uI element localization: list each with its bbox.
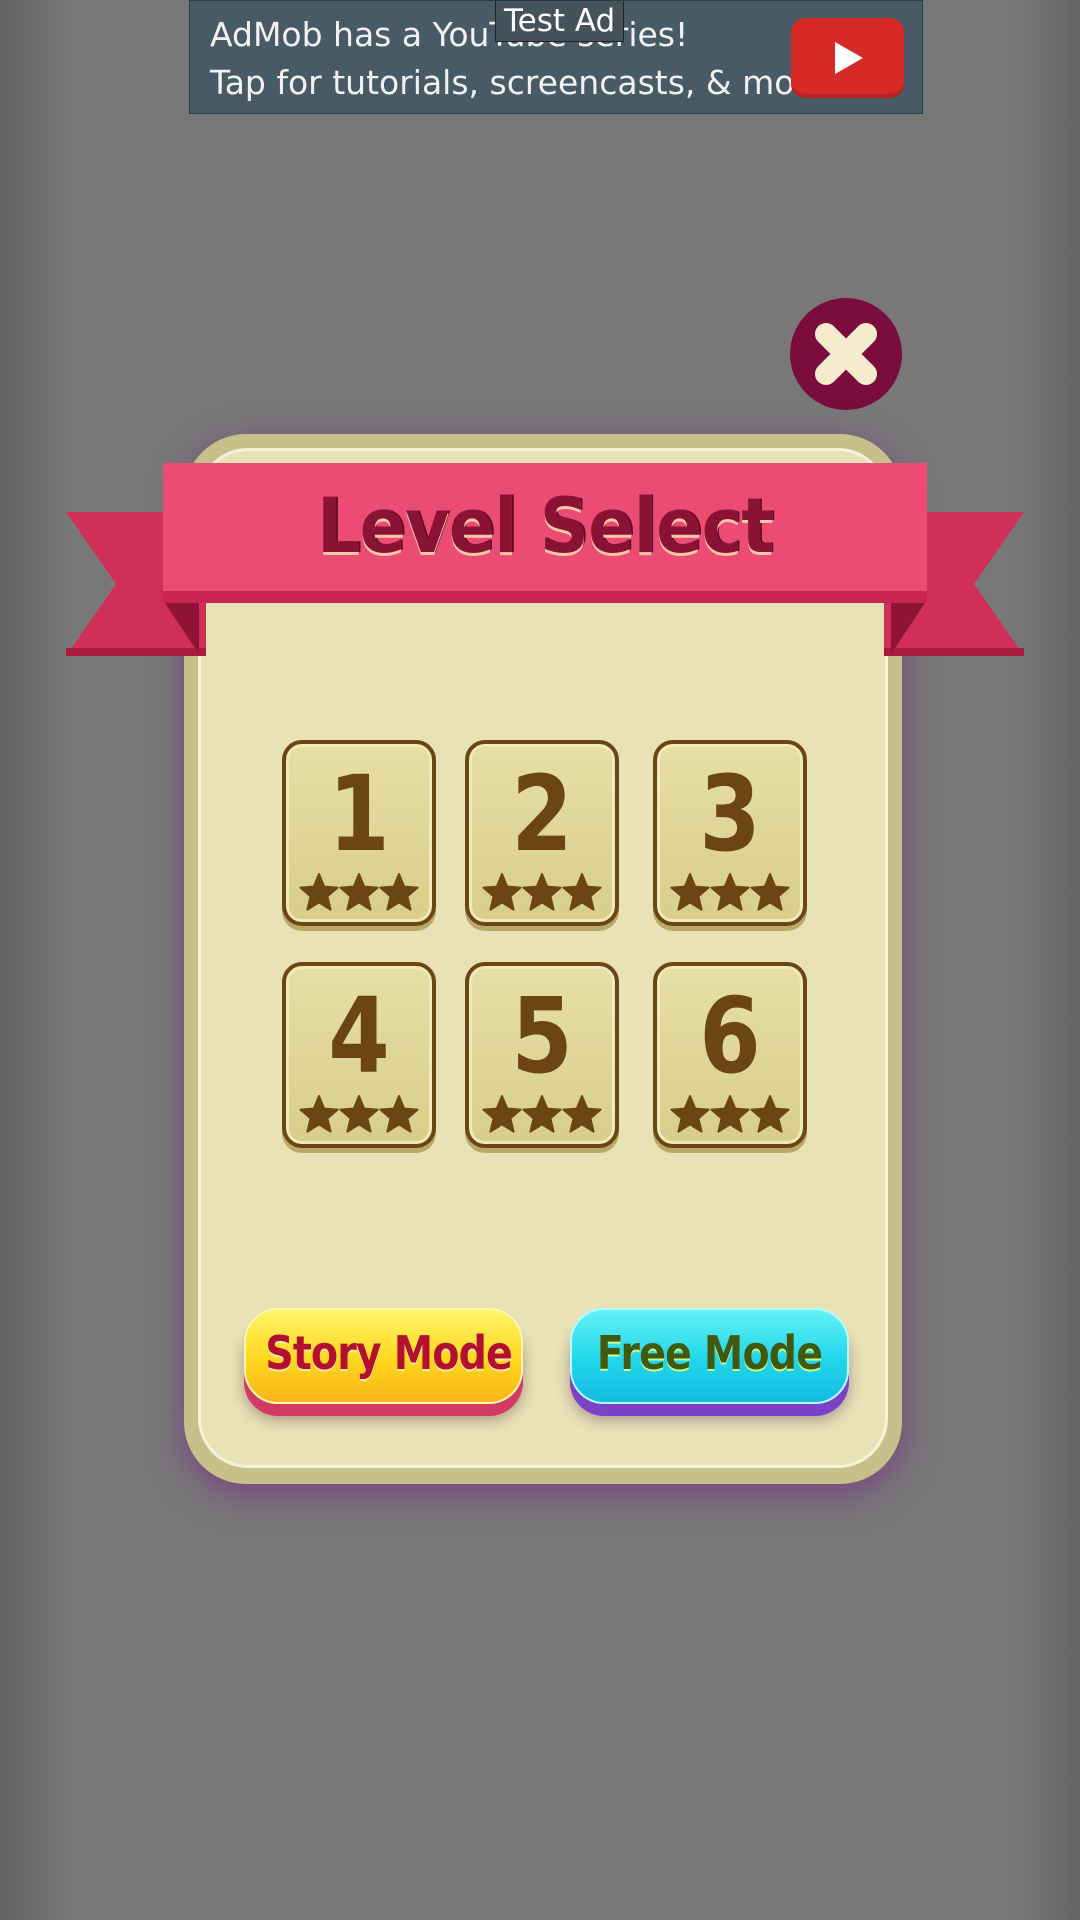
star-icon bbox=[482, 873, 522, 911]
level-number: 5 bbox=[511, 975, 573, 1097]
level-stars bbox=[286, 1094, 432, 1134]
star-icon bbox=[522, 1095, 562, 1133]
star-icon bbox=[670, 873, 710, 911]
ad-subline: Tap for tutorials, screencasts, & more. bbox=[210, 63, 839, 102]
level-stars bbox=[657, 1094, 803, 1134]
star-icon bbox=[710, 873, 750, 911]
star-icon bbox=[299, 873, 339, 911]
level-tile-5[interactable]: 5 bbox=[465, 962, 619, 1148]
level-stars bbox=[657, 872, 803, 912]
level-number: 1 bbox=[328, 753, 390, 875]
ribbon-fold-left bbox=[163, 600, 199, 654]
free-mode-button[interactable]: Free Mode bbox=[570, 1308, 849, 1404]
star-icon bbox=[339, 1095, 379, 1133]
ad-banner[interactable]: AdMob has a YouTube series! Tap for tuto… bbox=[189, 0, 923, 114]
level-tile-1[interactable]: 1 bbox=[282, 740, 436, 926]
level-tile-4[interactable]: 4 bbox=[282, 962, 436, 1148]
level-stars bbox=[286, 872, 432, 912]
level-stars bbox=[469, 872, 615, 912]
star-icon bbox=[750, 873, 790, 911]
free-mode-label: Free Mode bbox=[596, 1326, 823, 1380]
star-icon bbox=[339, 873, 379, 911]
star-icon bbox=[670, 1095, 710, 1133]
close-x-icon bbox=[815, 323, 877, 385]
story-mode-button[interactable]: Story Mode bbox=[244, 1308, 523, 1404]
youtube-play-icon[interactable] bbox=[791, 18, 904, 98]
level-number: 6 bbox=[699, 975, 761, 1097]
star-icon bbox=[379, 1095, 419, 1133]
star-icon bbox=[379, 873, 419, 911]
star-icon bbox=[750, 1095, 790, 1133]
star-icon bbox=[562, 873, 602, 911]
star-icon bbox=[299, 1095, 339, 1133]
close-button[interactable] bbox=[790, 298, 902, 410]
level-number: 4 bbox=[328, 975, 390, 1097]
ribbon-fold-right bbox=[891, 600, 927, 654]
story-mode-label: Story Mode bbox=[265, 1326, 513, 1380]
star-icon bbox=[522, 873, 562, 911]
level-stars bbox=[469, 1094, 615, 1134]
star-icon bbox=[562, 1095, 602, 1133]
level-number: 3 bbox=[699, 753, 761, 875]
star-icon bbox=[710, 1095, 750, 1133]
game-screen: AdMob has a YouTube series! Tap for tuto… bbox=[0, 0, 1080, 1920]
star-icon bbox=[482, 1095, 522, 1133]
level-number: 2 bbox=[511, 753, 573, 875]
page-title: Level Select bbox=[316, 481, 774, 570]
test-ad-badge: Test Ad bbox=[495, 1, 625, 42]
level-tile-6[interactable]: 6 bbox=[653, 962, 807, 1148]
level-tile-2[interactable]: 2 bbox=[465, 740, 619, 926]
title-ribbon: Level Select bbox=[163, 463, 927, 603]
level-tile-3[interactable]: 3 bbox=[653, 740, 807, 926]
